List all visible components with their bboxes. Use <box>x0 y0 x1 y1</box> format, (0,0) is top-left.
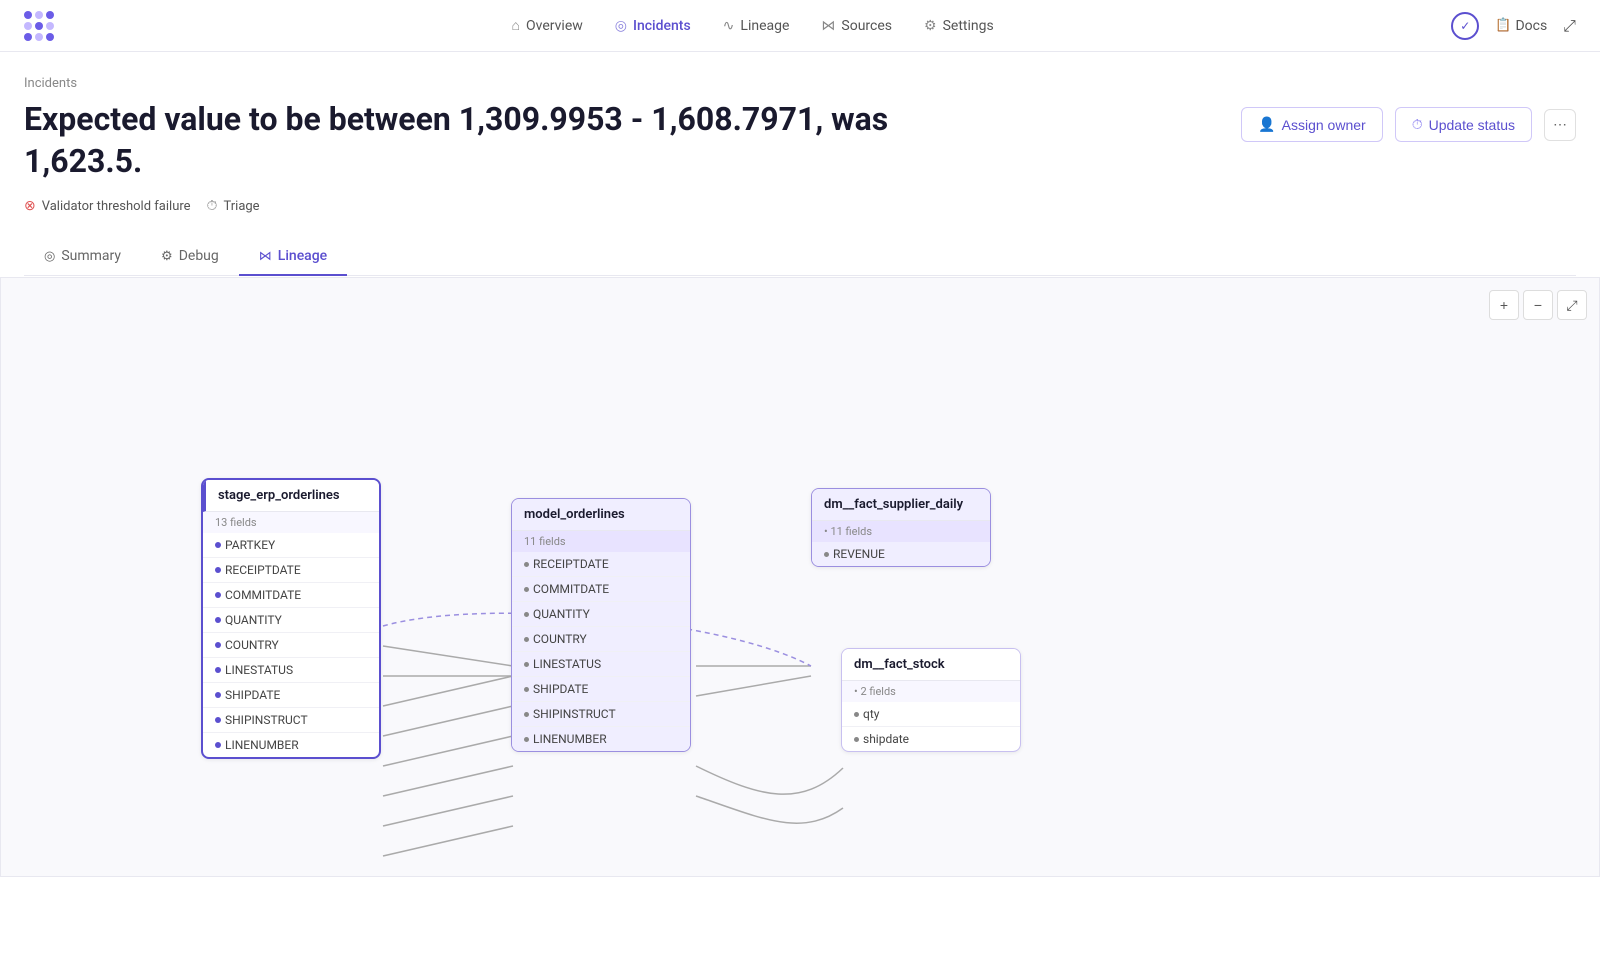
tab-lineage[interactable]: ⋈ Lineage <box>239 238 347 276</box>
node-field: SHIPDATE <box>512 677 690 702</box>
assign-owner-icon: 👤 <box>1258 116 1275 133</box>
canvas-controls: + − ⤢ <box>1489 290 1587 320</box>
node-model-orderlines[interactable]: model_orderlines 11 fields RECEIPTDATE C… <box>511 498 691 752</box>
breadcrumb: Incidents <box>24 76 1576 91</box>
settings-icon: ⚙ <box>924 18 937 34</box>
docs-link[interactable]: 📋 Docs <box>1495 18 1547 34</box>
node-field: LINESTATUS <box>203 658 379 683</box>
nav-lineage[interactable]: ∿ Lineage <box>723 14 790 38</box>
node-field: COUNTRY <box>203 633 379 658</box>
nav-links: ⌂ Overview ◎ Incidents ∿ Lineage ⋈ Sourc… <box>512 13 994 38</box>
debug-icon: ⚙ <box>161 249 173 264</box>
node-field: COMMITDATE <box>512 577 690 602</box>
node-field: REVENUE <box>812 542 990 566</box>
node-field: LINESTATUS <box>512 652 690 677</box>
more-options-button[interactable]: ⋯ <box>1544 109 1576 141</box>
logo[interactable] <box>24 11 54 41</box>
node-field: QUANTITY <box>512 602 690 627</box>
node-dm-fact-supplier-daily[interactable]: dm__fact_supplier_daily • 11 fields REVE… <box>811 488 991 567</box>
node-stage-fields-count: 13 fields <box>203 512 379 533</box>
nav-incidents[interactable]: ◎ Incidents <box>615 14 691 38</box>
lineage-icon: ∿ <box>723 18 735 34</box>
node-dm-supplier-fields-count: • 11 fields <box>812 521 990 542</box>
logo-icon <box>24 11 54 41</box>
incident-tabs: ◎ Summary ⚙ Debug ⋈ Lineage <box>24 238 1576 276</box>
nav-right: ✓ 📋 Docs ⤢ <box>1451 12 1576 40</box>
node-model-fields-count: 11 fields <box>512 531 690 552</box>
incident-header: Expected value to be between 1,309.9953 … <box>24 99 1576 182</box>
node-stage-erp-orderlines[interactable]: stage_erp_orderlines 13 fields PARTKEY R… <box>201 478 381 759</box>
error-icon: ⊗ <box>24 198 36 214</box>
assign-owner-button[interactable]: 👤 Assign owner <box>1241 107 1382 142</box>
home-icon: ⌂ <box>512 17 520 34</box>
update-status-icon: ⏱ <box>1412 116 1423 133</box>
header-actions: 👤 Assign owner ⏱ Update status ⋯ <box>1241 107 1576 142</box>
incident-title: Expected value to be between 1,309.9953 … <box>24 99 924 182</box>
node-dm-stock-fields-count: • 2 fields <box>842 681 1020 702</box>
node-dm-supplier-title: dm__fact_supplier_daily <box>812 489 990 521</box>
node-field: shipdate <box>842 727 1020 751</box>
node-field: COMMITDATE <box>203 583 379 608</box>
nav-settings[interactable]: ⚙ Settings <box>924 14 994 38</box>
zoom-in-button[interactable]: + <box>1489 290 1519 320</box>
update-status-button[interactable]: ⏱ Update status <box>1395 107 1532 142</box>
status-indicator[interactable]: ✓ <box>1451 12 1479 40</box>
docs-icon: 📋 <box>1495 18 1511 33</box>
node-field: RECEIPTDATE <box>512 552 690 577</box>
summary-icon: ◎ <box>44 249 55 264</box>
node-field: RECEIPTDATE <box>203 558 379 583</box>
node-field: COUNTRY <box>512 627 690 652</box>
incident-tags: ⊗ Validator threshold failure ⏱ Triage <box>24 198 1576 214</box>
tab-summary[interactable]: ◎ Summary <box>24 238 141 276</box>
sources-icon: ⋈ <box>821 18 835 34</box>
node-field: SHIPDATE <box>203 683 379 708</box>
incidents-icon: ◎ <box>615 18 627 34</box>
node-dm-fact-stock[interactable]: dm__fact_stock • 2 fields qty shipdate <box>841 648 1021 752</box>
fullscreen-button[interactable]: ⤢ <box>1557 290 1587 320</box>
validator-tag: ⊗ Validator threshold failure <box>24 198 191 214</box>
top-nav: ⌂ Overview ◎ Incidents ∿ Lineage ⋈ Sourc… <box>0 0 1600 52</box>
more-icon: ⋯ <box>1553 117 1567 133</box>
node-field: SHIPINSTRUCT <box>512 702 690 727</box>
triage-tag: ⏱ Triage <box>207 198 260 214</box>
lineage-canvas[interactable]: + − ⤢ stage_erp_orderlines 13 fields PAR… <box>0 277 1600 877</box>
lineage-tab-icon: ⋈ <box>259 249 272 264</box>
node-field: qty <box>842 702 1020 727</box>
node-field: QUANTITY <box>203 608 379 633</box>
main-content: Incidents Expected value to be between 1… <box>0 52 1600 276</box>
clock-icon: ⏱ <box>207 198 218 214</box>
node-dm-stock-title: dm__fact_stock <box>842 649 1020 681</box>
nav-overview[interactable]: ⌂ Overview <box>512 13 583 38</box>
node-model-title: model_orderlines <box>512 499 690 531</box>
node-field: LINENUMBER <box>512 727 690 751</box>
tab-debug[interactable]: ⚙ Debug <box>141 238 239 276</box>
expand-button[interactable]: ⤢ <box>1563 16 1576 36</box>
nav-sources[interactable]: ⋈ Sources <box>821 14 892 38</box>
zoom-out-button[interactable]: − <box>1523 290 1553 320</box>
node-stage-title: stage_erp_orderlines <box>203 480 379 512</box>
node-field: SHIPINSTRUCT <box>203 708 379 733</box>
node-field: LINENUMBER <box>203 733 379 757</box>
node-field: PARTKEY <box>203 533 379 558</box>
